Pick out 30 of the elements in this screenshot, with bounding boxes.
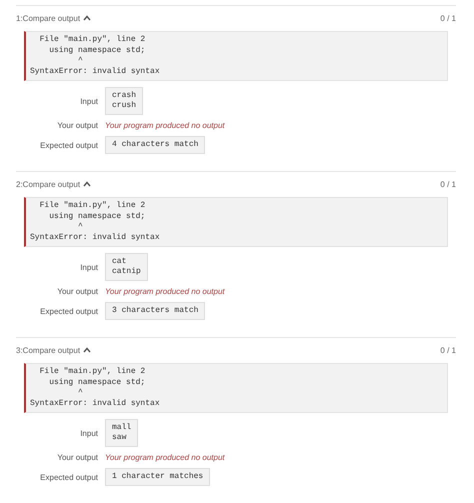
your-output-label: Your output bbox=[56, 121, 98, 130]
expected-output-label: Expected output bbox=[39, 140, 98, 150]
input-value: cat catnip bbox=[105, 253, 148, 281]
input-label: Input bbox=[79, 428, 98, 438]
test-score: 0 / 1 bbox=[440, 180, 456, 188]
caret-icon[interactable] bbox=[83, 15, 92, 21]
expected-output-value: 1 character matches bbox=[105, 468, 210, 486]
error-output: File "main.py", line 2 using namespace std; ^ SyntaxError: invalid syntax bbox=[24, 363, 448, 413]
your-output-message: Your program produced no output bbox=[105, 453, 225, 462]
your-output-label: Your output bbox=[56, 453, 98, 462]
input-label: Input bbox=[79, 96, 98, 106]
error-output: File "main.py", line 2 using namespace std; ^ SyntaxError: invalid syntax bbox=[24, 197, 448, 247]
expected-output-label: Expected output bbox=[39, 306, 98, 316]
input-label: Input bbox=[79, 262, 98, 272]
test-title: 3:Compare output bbox=[16, 346, 80, 354]
your-output-label: Your output bbox=[56, 287, 98, 296]
expected-output-value: 3 characters match bbox=[105, 302, 206, 320]
caret-icon[interactable] bbox=[83, 181, 92, 187]
input-value: crash crush bbox=[105, 87, 144, 115]
input-value: mall saw bbox=[105, 419, 138, 447]
test-score: 0 / 1 bbox=[440, 14, 456, 22]
error-output: File "main.py", line 2 using namespace std; ^ SyntaxError: invalid syntax bbox=[24, 31, 448, 81]
expected-output-value: 4 characters match bbox=[105, 136, 206, 154]
your-output-message: Your program produced no output bbox=[105, 287, 225, 296]
test-score: 0 / 1 bbox=[440, 346, 456, 354]
test-title: 2:Compare output bbox=[16, 180, 80, 188]
your-output-message: Your program produced no output bbox=[105, 121, 225, 130]
caret-icon[interactable] bbox=[83, 347, 92, 353]
test-title: 1:Compare output bbox=[16, 14, 80, 22]
expected-output-label: Expected output bbox=[39, 472, 98, 482]
